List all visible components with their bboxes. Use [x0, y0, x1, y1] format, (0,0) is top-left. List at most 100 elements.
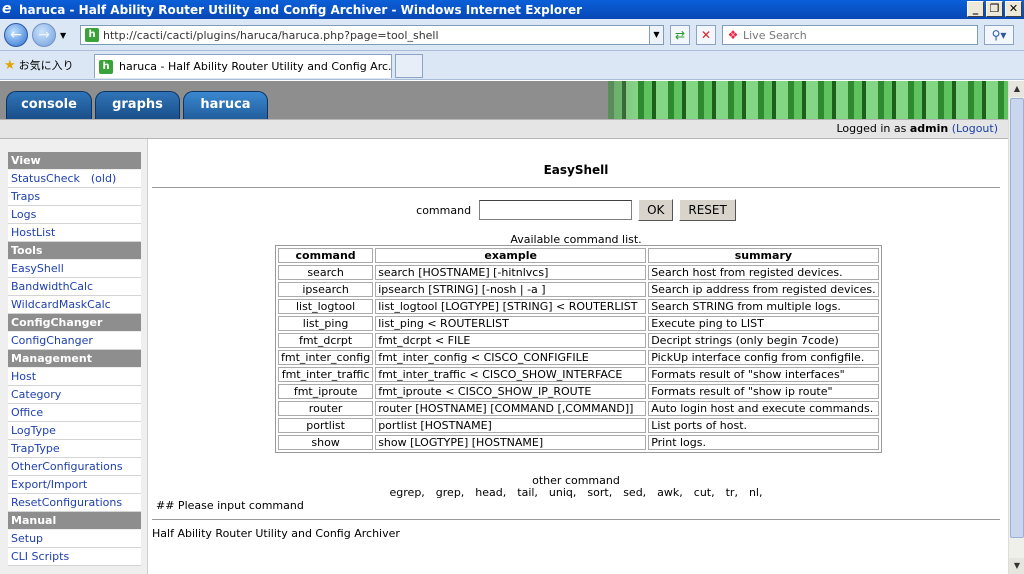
command-cell: router [278, 401, 374, 416]
address-dropdown-icon[interactable]: ▼ [649, 26, 663, 44]
browser-tab-active[interactable]: h haruca - Half Ability Router Utility a… [94, 54, 392, 78]
close-button[interactable]: ✕ [1005, 1, 1022, 17]
maximize-button[interactable]: ❐ [986, 1, 1003, 17]
column-header: command [278, 248, 374, 263]
haruca-favicon-icon: h [85, 28, 99, 42]
back-arrow-icon[interactable]: ← [4, 23, 28, 47]
ok-button[interactable]: OK [638, 199, 674, 221]
other-commands: other command egrep, grep, head, tail, u… [152, 475, 1000, 499]
scroll-down-icon[interactable]: ▼ [1009, 558, 1024, 574]
command-cell: show [278, 435, 374, 450]
table-row: search search [HOSTNAME] [-hitnlvcs] Searc… [278, 265, 879, 280]
summary-cell: Formats result of "show interfaces" [648, 367, 879, 382]
history-dropdown-icon[interactable]: ▼ [60, 31, 66, 40]
search-placeholder[interactable]: Live Search [743, 29, 807, 42]
title-divider [152, 187, 1000, 188]
cactus-banner-image [578, 81, 1008, 119]
address-bar[interactable]: h http://cacti/cacti/plugins/haruca/haru… [80, 25, 664, 45]
favorites-button[interactable]: ★ お気に入り [4, 57, 74, 73]
table-row: fmt_inter_config fmt_inter_config < CISCO… [278, 350, 879, 365]
login-user: admin [909, 122, 949, 135]
page-footer: Half Ability Router Utility and Config A… [152, 527, 400, 540]
table-row: list_ping list_ping < ROUTERLIST Execute p… [278, 316, 879, 331]
tab-favicon-icon: h [99, 59, 113, 74]
command-form: command OK RESET [152, 199, 1000, 221]
table-row: router router [HOSTNAME] [COMMAND [,COMMA… [278, 401, 879, 416]
example-cell: fmt_iproute < CISCO_SHOW_IP_ROUTE [375, 384, 647, 399]
table-row: fmt_iproute fmt_iproute < CISCO_SHOW_IP_R… [278, 384, 879, 399]
table-row: list_logtool list_logtool [LOGTYPE] [STRI… [278, 299, 879, 314]
sidebar-item-configchanger[interactable]: ConfigChanger [8, 332, 141, 350]
login-prefix: Logged in as [836, 122, 907, 135]
table-row: ipsearch ipsearch [STRING] [-nosh | -a ] S… [278, 282, 879, 297]
command-cell: ipsearch [278, 282, 374, 297]
example-cell: fmt_inter_traffic < CISCO_SHOW_INTERFACE [375, 367, 647, 382]
table-row: show show [LOGTYPE] [HOSTNAME] Print logs. [278, 435, 879, 450]
vertical-scrollbar[interactable]: ▲ ▼ [1008, 81, 1024, 574]
sidebar-item-wildcardmaskcalc[interactable]: WildcardMaskCalc [8, 296, 141, 314]
reset-button[interactable]: RESET [679, 199, 736, 221]
search-go-icon[interactable]: ⚲▾ [984, 25, 1014, 45]
page-viewport: console graphs haruca Logged in as admin… [0, 81, 1008, 574]
live-search-logo-icon: ❖ [727, 28, 739, 42]
sidebar-item-office[interactable]: Office [8, 404, 141, 422]
example-cell: fmt_dcrpt < FILE [375, 333, 647, 348]
sidebar-item-otherconfigurations[interactable]: OtherConfigurations [8, 458, 141, 476]
refresh-icon[interactable]: ⇄ [670, 25, 690, 45]
search-box[interactable]: ❖ Live Search [722, 25, 978, 45]
logout-link[interactable]: (Logout) [952, 122, 998, 135]
table-header-row: command example summary [278, 248, 879, 263]
table-row: fmt_dcrpt fmt_dcrpt < FILE Decript strings… [278, 333, 879, 348]
address-url[interactable]: http://cacti/cacti/plugins/haruca/haruca… [103, 29, 649, 42]
summary-cell: Formats result of "show ip route" [648, 384, 879, 399]
sidebar-item-export-import[interactable]: Export/Import [8, 476, 141, 494]
command-cell: portlist [278, 418, 374, 433]
column-header: summary [648, 248, 879, 263]
sidebar-head-tools: Tools [8, 242, 141, 259]
window-title: haruca - Half Ability Router Utility and… [19, 2, 583, 17]
sidebar-item-traps[interactable]: Traps [8, 188, 141, 206]
table-row: fmt_inter_traffic fmt_inter_traffic < CIS… [278, 367, 879, 382]
scroll-up-icon[interactable]: ▲ [1009, 81, 1024, 97]
tab-console[interactable]: console [6, 91, 92, 119]
sidebar-head-manual: Manual [8, 512, 141, 529]
sidebar-item-easyshell[interactable]: EasyShell [8, 260, 141, 278]
tab-title: haruca - Half Ability Router Utility and… [119, 60, 392, 73]
summary-cell: Search ip address from registed devices. [648, 282, 879, 297]
sidebar: View StatusCheck (old) Traps Logs HostLi… [0, 139, 148, 574]
sidebar-head-configchanger: ConfigChanger [8, 314, 141, 331]
sidebar-item-host[interactable]: Host [8, 368, 141, 386]
scrollbar-thumb[interactable] [1010, 98, 1024, 538]
sidebar-item-bandwidthcalc[interactable]: BandwidthCalc [8, 278, 141, 296]
sidebar-item-resetconfigurations[interactable]: ResetConfigurations [8, 494, 141, 512]
example-cell: list_ping < ROUTERLIST [375, 316, 647, 331]
sidebar-item-logs[interactable]: Logs [8, 206, 141, 224]
forward-arrow-icon[interactable]: → [32, 23, 56, 47]
summary-cell: Print logs. [648, 435, 879, 450]
stop-icon[interactable]: ✕ [696, 25, 716, 45]
example-cell: list_logtool [LOGTYPE] [STRING] < ROUTER… [375, 299, 647, 314]
sidebar-head-view: View [8, 152, 141, 169]
sidebar-item-category[interactable]: Category [8, 386, 141, 404]
sidebar-item-statuscheck[interactable]: StatusCheck (old) [8, 170, 141, 188]
main-content: EasyShell command OK RESET Available com… [152, 139, 1000, 574]
cacti-header: console graphs haruca [0, 81, 1008, 119]
command-label: command [416, 203, 472, 217]
sidebar-item-setup[interactable]: Setup [8, 530, 141, 548]
sidebar-item-hostlist[interactable]: HostList [8, 224, 141, 242]
tab-graphs[interactable]: graphs [95, 91, 180, 119]
summary-cell: PickUp interface config from configfile. [648, 350, 879, 365]
command-table: command example summary search search [HO… [275, 245, 882, 453]
example-cell: show [LOGTYPE] [HOSTNAME] [375, 435, 647, 450]
favorites-label: お気に入り [18, 59, 74, 72]
tab-haruca[interactable]: haruca [183, 91, 268, 119]
example-cell: router [HOSTNAME] [COMMAND [,COMMAND]] [375, 401, 647, 416]
sidebar-item-cli-scripts[interactable]: CLI Scripts [8, 548, 141, 566]
sidebar-item-logtype[interactable]: LogType [8, 422, 141, 440]
command-input[interactable] [479, 200, 633, 220]
summary-cell: Auto login host and execute commands. [648, 401, 879, 416]
new-tab-button[interactable] [395, 54, 423, 78]
minimize-button[interactable]: _ [967, 1, 984, 17]
sidebar-item-traptype[interactable]: TrapType [8, 440, 141, 458]
browser-tabbar: ★ お気に入り h haruca - Half Ability Router U… [0, 51, 1024, 80]
